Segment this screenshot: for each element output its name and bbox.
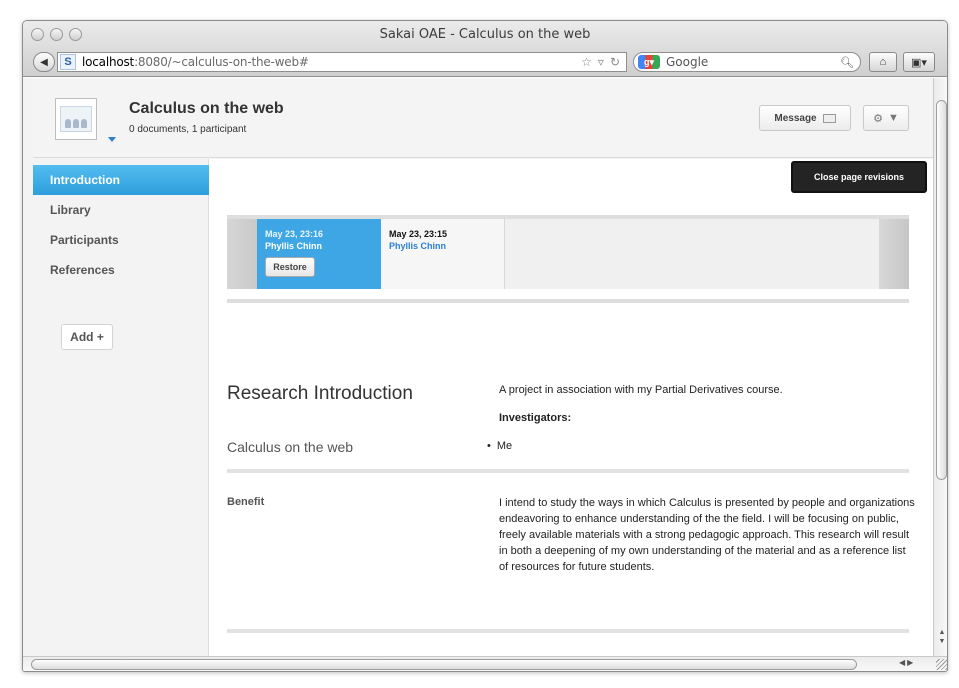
chevron-down-icon: ▼ xyxy=(887,112,899,124)
benefit-text: I intend to study the ways in which Calc… xyxy=(499,497,915,573)
google-engine-icon[interactable]: g▾ xyxy=(638,55,660,69)
bookmarks-icon: ▣▾ xyxy=(911,56,927,69)
search-magnifier-icon[interactable]: 🔍︎ xyxy=(840,56,854,69)
revision-item[interactable]: May 23, 23:15 Phyllis Chinn xyxy=(381,219,505,289)
reload-icon[interactable]: ↻ xyxy=(610,55,620,69)
bookmark-star-icon[interactable]: ☆ xyxy=(581,55,592,69)
back-button[interactable]: ◀ xyxy=(33,52,55,72)
revision-author[interactable]: Phyllis Chinn xyxy=(265,241,373,251)
url-host: localhost xyxy=(82,55,135,69)
sidebar-item-library[interactable]: Library xyxy=(33,195,209,225)
horizontal-arrows-icon[interactable]: ◀▶ xyxy=(899,658,915,667)
browser-chrome: Sakai OAE - Calculus on the web ◀ S loca… xyxy=(23,21,947,77)
sidebar-item-label: Participants xyxy=(50,233,119,247)
vertical-scroll-thumb[interactable] xyxy=(936,100,947,480)
sidebar-item-introduction[interactable]: Introduction xyxy=(33,165,209,195)
revisions-scroll-left[interactable] xyxy=(227,219,257,289)
home-button[interactable]: ⌂ xyxy=(869,52,897,72)
bookmarks-menu-button[interactable]: ▣▾ xyxy=(903,52,935,72)
url-text[interactable]: localhost:8080/~calculus-on-the-web# xyxy=(82,55,309,69)
list-item: Me xyxy=(487,440,512,452)
sidebar-item-references[interactable]: References xyxy=(33,255,209,285)
investigators-label: Investigators: xyxy=(499,412,572,424)
revision-date: May 23, 23:15 xyxy=(389,229,448,239)
search-bar[interactable]: g▾ Google 🔍︎ xyxy=(633,52,861,72)
divider xyxy=(227,469,909,473)
page-viewport: Calculus on the web 0 documents, 1 parti… xyxy=(23,78,933,656)
divider xyxy=(227,299,909,303)
sidebar-item-label: Introduction xyxy=(50,173,120,187)
intro-text: A project in association with my Partial… xyxy=(499,384,783,396)
gear-icon: ⚙ xyxy=(873,112,883,125)
benefit-label: Benefit xyxy=(227,496,265,508)
scroll-arrows-icon[interactable]: ▲ ▼ xyxy=(937,628,947,646)
history-dropdown-icon[interactable]: ▿ xyxy=(598,55,604,69)
group-placeholder-icon xyxy=(60,106,92,132)
browser-window: Sakai OAE - Calculus on the web ◀ S loca… xyxy=(22,20,948,672)
research-subtitle: Calculus on the web xyxy=(227,439,354,455)
search-input[interactable]: Google xyxy=(666,55,708,69)
main-content: Close page revisions May 23, 23:16 Phyll… xyxy=(209,159,933,656)
research-title: Research Introduction xyxy=(227,383,413,404)
sidebar-item-label: References xyxy=(50,263,115,277)
message-button-label: Message xyxy=(774,112,817,124)
group-header: Calculus on the web 0 documents, 1 parti… xyxy=(33,78,933,158)
envelope-icon xyxy=(822,113,836,123)
sidebar-item-label: Library xyxy=(50,203,91,217)
horizontal-scroll-thumb[interactable] xyxy=(31,659,857,670)
settings-button[interactable]: ⚙ ▼ xyxy=(863,105,909,131)
avatar-caret-icon[interactable] xyxy=(108,137,116,142)
resize-grip-icon[interactable] xyxy=(936,659,947,670)
revision-date: May 23, 23:16 xyxy=(265,229,324,239)
revision-author[interactable]: Phyllis Chinn xyxy=(389,241,496,251)
horizontal-scrollbar[interactable]: ◀▶ xyxy=(23,656,947,671)
back-arrow-icon: ◀ xyxy=(40,56,48,68)
group-title: Calculus on the web xyxy=(129,100,284,117)
divider xyxy=(227,629,909,633)
revision-strip: May 23, 23:16 Phyllis Chinn Restore May … xyxy=(227,215,909,289)
vertical-scrollbar[interactable]: ▲ ▼ xyxy=(933,78,947,656)
add-page-button[interactable]: Add + xyxy=(61,324,113,350)
url-path: :8080/~calculus-on-the-web# xyxy=(134,55,309,69)
revision-item-selected[interactable]: May 23, 23:16 Phyllis Chinn Restore xyxy=(257,219,381,289)
home-icon: ⌂ xyxy=(879,56,887,68)
message-button[interactable]: Message xyxy=(759,105,851,131)
site-favicon-icon: S xyxy=(60,54,76,70)
window-title: Sakai OAE - Calculus on the web xyxy=(379,27,591,42)
sidebar-item-participants[interactable]: Participants xyxy=(33,225,209,255)
restore-button[interactable]: Restore xyxy=(265,257,315,277)
group-stats: 0 documents, 1 participant xyxy=(129,124,247,135)
close-page-revisions-button[interactable]: Close page revisions xyxy=(791,161,927,193)
left-navigation: Introduction Library Participants Refere… xyxy=(33,159,209,656)
address-bar[interactable]: S localhost:8080/~calculus-on-the-web# ☆… xyxy=(57,52,627,72)
url-actions: ☆ ▿ ↻ xyxy=(581,55,620,69)
revisions-scroll-right[interactable] xyxy=(879,219,909,289)
group-avatar[interactable] xyxy=(55,98,97,140)
